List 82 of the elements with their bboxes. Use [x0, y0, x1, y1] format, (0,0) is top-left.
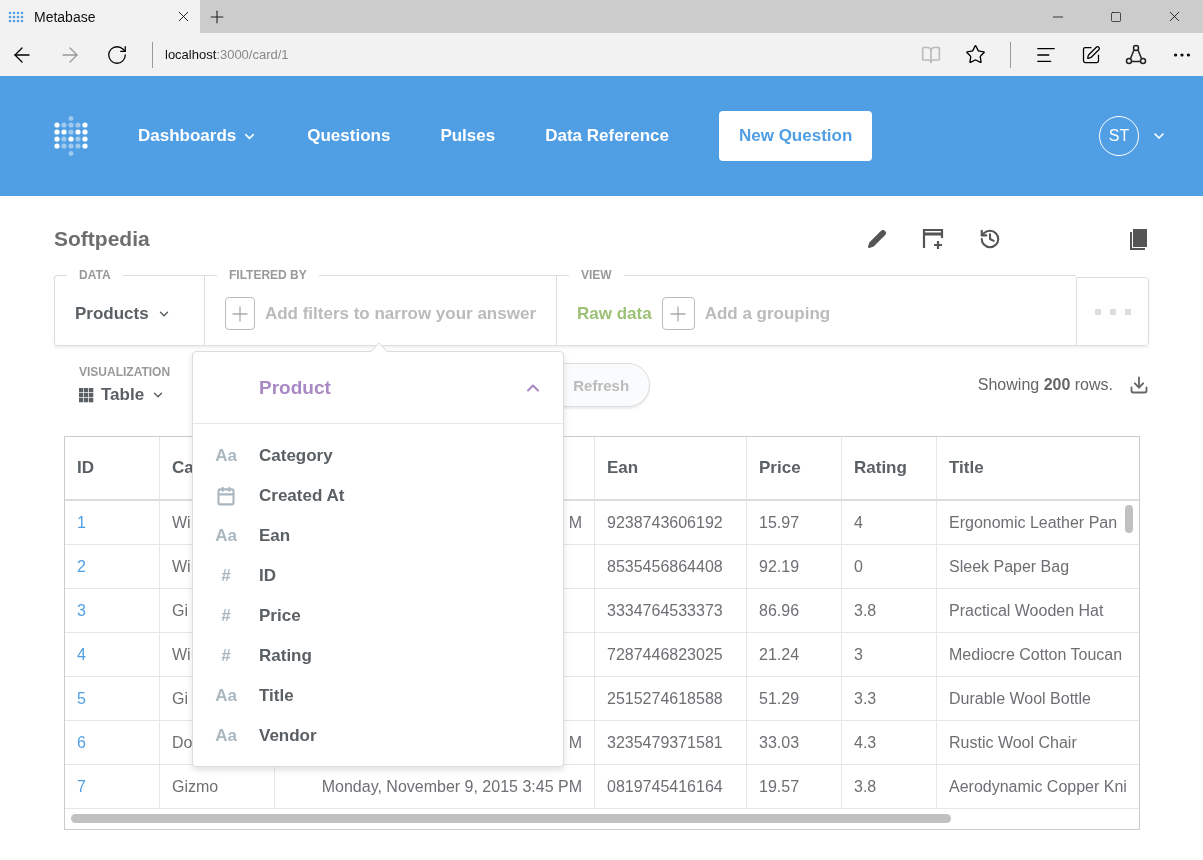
table-cell: Aerodynamic Copper Kni — [937, 765, 1139, 809]
add-filter-link[interactable]: Add filters to narrow your answer — [264, 303, 536, 324]
new-question-button[interactable]: New Question — [718, 111, 873, 161]
calendar-icon — [216, 486, 236, 506]
nav-link[interactable]: Data Reference — [545, 126, 669, 146]
table-cell[interactable]: 1 — [65, 501, 160, 545]
text-type-icon: Aa — [215, 446, 237, 466]
table-cell[interactable]: 3 — [65, 589, 160, 633]
grid-icon — [79, 387, 94, 403]
column-header[interactable]: Price — [747, 437, 842, 501]
row-count: Showing 200 rows. — [977, 376, 1113, 394]
column-header[interactable]: Title — [937, 437, 1139, 501]
number-type-icon: # — [221, 566, 231, 586]
download-icon[interactable] — [1129, 375, 1149, 395]
table-cell: Practical Wooden Hat — [937, 589, 1139, 633]
text-type-icon: Aa — [215, 686, 237, 706]
section-label: DATA — [78, 268, 112, 282]
table-cell: Mediocre Cotton Toucan — [937, 633, 1139, 677]
table-cell[interactable]: 5 — [65, 677, 160, 721]
nav-link[interactable]: Pulses — [440, 126, 496, 146]
table-cell[interactable]: 4 — [65, 633, 160, 677]
table-cell: 4.3 — [842, 721, 937, 765]
table-cell: 86.96 — [747, 589, 842, 633]
history-icon[interactable] — [979, 228, 1001, 250]
table-cell: 3 — [842, 633, 937, 677]
table-cell: 3334764533373 — [595, 589, 747, 633]
table-cell: 3235479371581 — [595, 721, 747, 765]
table-cell: 7287446823025 — [595, 633, 747, 677]
number-type-icon: # — [221, 646, 231, 666]
text-type-icon: Aa — [215, 526, 237, 546]
section-label: VIEW — [580, 268, 613, 282]
number-type-icon: # — [221, 606, 231, 626]
table-cell: 4 — [842, 501, 937, 545]
reload-icon[interactable] — [106, 43, 128, 66]
table-cell[interactable]: 2 — [65, 545, 160, 589]
field-option[interactable]: ID — [259, 566, 276, 586]
tab-title: Metabase — [34, 8, 97, 25]
table-cell: 21.24 — [747, 633, 842, 677]
address-field[interactable]: localhost:3000/card/1 — [152, 41, 289, 68]
section-label: FILTERED BY — [228, 268, 308, 282]
table-cell: 3.8 — [842, 589, 937, 633]
column-header[interactable]: Rating — [842, 437, 937, 501]
scrollbar-thumb[interactable] — [1125, 505, 1133, 533]
visualization-label: VISUALIZATION — [79, 365, 171, 379]
table-cell: 0 — [842, 545, 937, 589]
add-to-dashboard-icon[interactable] — [921, 227, 945, 251]
nav-link[interactable]: Questions — [307, 126, 391, 146]
table-cell: 8535456864408 — [595, 545, 747, 589]
table-cell: 0819745416164 — [595, 765, 747, 809]
text-type-icon: Aa — [215, 726, 237, 746]
web-note-icon[interactable] — [1081, 44, 1101, 65]
table-cell: 3.8 — [842, 765, 937, 809]
table-cell: 51.29 — [747, 677, 842, 721]
view-select[interactable]: Raw data — [577, 303, 652, 324]
table-cell: Sleek Paper Bag — [937, 545, 1139, 589]
column-header[interactable]: Ean — [595, 437, 747, 501]
data-source-select[interactable]: Products — [75, 303, 171, 324]
table-cell: Rustic Wool Chair — [937, 721, 1139, 765]
table-cell[interactable]: 7 — [65, 765, 160, 809]
nav-link[interactable]: Dashboards — [138, 126, 258, 146]
question-title: Softpedia — [54, 227, 151, 251]
favorite-star-icon[interactable] — [965, 44, 986, 65]
visualization-select[interactable]: Table — [79, 385, 171, 405]
add-grouping-link[interactable]: Add a grouping — [704, 303, 831, 324]
field-option[interactable]: Category — [259, 446, 333, 466]
logo-icon[interactable] — [54, 116, 88, 156]
table-cell: 19.57 — [747, 765, 842, 809]
scrollbar-thumb[interactable] — [71, 814, 951, 823]
table-cell: 2515274618588 — [595, 677, 747, 721]
book-icon[interactable] — [1129, 228, 1149, 250]
maximize-icon[interactable] — [1110, 10, 1122, 23]
table-cell: 15.97 — [747, 501, 842, 545]
share-icon[interactable] — [1125, 43, 1147, 66]
table-cell: 92.19 — [747, 545, 842, 589]
table-cell[interactable]: 6 — [65, 721, 160, 765]
table-cell: 3.3 — [842, 677, 937, 721]
table-cell: 33.03 — [747, 721, 842, 765]
edit-icon[interactable] — [867, 229, 887, 249]
table-cell: 9238743606192 — [595, 501, 747, 545]
column-header[interactable]: ID — [65, 437, 160, 501]
browser-tab[interactable]: Metabase — [0, 0, 200, 33]
table-cell: Durable Wool Bottle — [937, 677, 1139, 721]
